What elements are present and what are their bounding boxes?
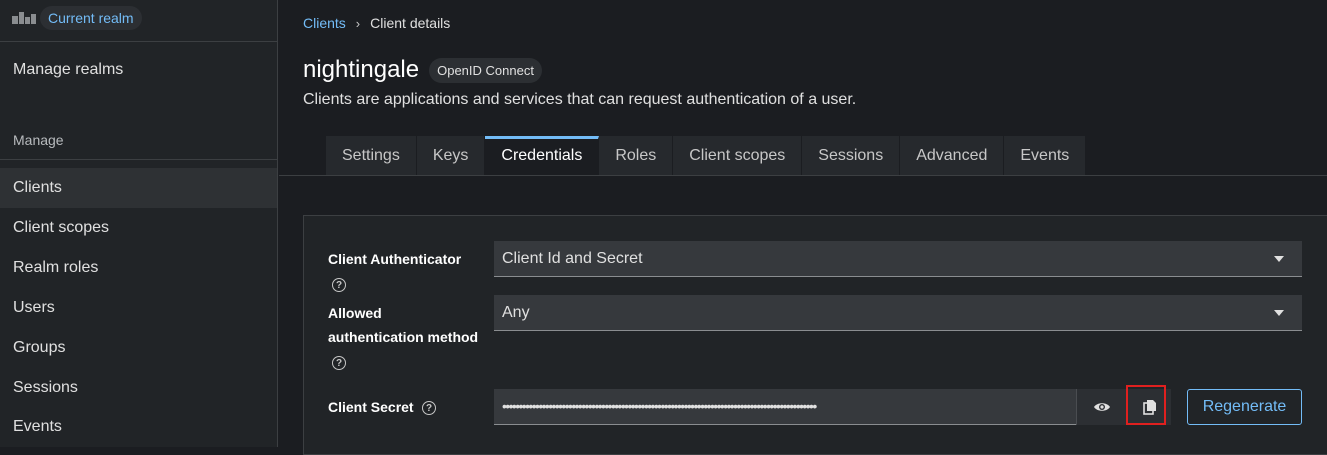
sidebar-item-client-scopes[interactable]: Client scopes bbox=[0, 208, 277, 248]
sidebar-divider bbox=[0, 41, 278, 42]
credentials-card: Client Authenticator ? Client Id and Sec… bbox=[303, 215, 1327, 455]
sidebar-section-manage: Manage bbox=[13, 132, 64, 148]
allowed-method-value: Any bbox=[502, 304, 530, 321]
sidebar-item-sessions[interactable]: Sessions bbox=[0, 368, 277, 408]
sidebar-item-realm-roles[interactable]: Realm roles bbox=[0, 248, 277, 288]
client-secret-label: Client Secret bbox=[328, 399, 414, 415]
breadcrumb-separator-icon: › bbox=[355, 15, 361, 31]
sidebar-divider bbox=[0, 159, 278, 160]
client-tabs: Settings Keys Credentials Roles Client s… bbox=[326, 136, 1087, 175]
client-authenticator-value: Client Id and Secret bbox=[502, 250, 643, 267]
current-realm-pill[interactable]: Current realm bbox=[40, 6, 142, 30]
breadcrumb-current: Client details bbox=[370, 15, 451, 31]
eye-icon bbox=[1093, 403, 1110, 411]
breadcrumb: Clients › Client details bbox=[303, 15, 450, 31]
client-secret-input[interactable]: ••••••••••••••••••••••••••••••••••••••••… bbox=[494, 389, 1076, 425]
breadcrumb-clients-link[interactable]: Clients bbox=[303, 15, 346, 31]
page-description: Clients are applications and services th… bbox=[303, 91, 857, 108]
allowed-method-select[interactable]: Any bbox=[494, 295, 1302, 331]
sidebar: Current realm Manage realms Manage Clien… bbox=[0, 0, 278, 447]
copy-button-highlight bbox=[1126, 385, 1166, 425]
tab-advanced[interactable]: Advanced bbox=[900, 136, 1005, 175]
show-secret-button[interactable] bbox=[1076, 389, 1126, 425]
caret-down-icon bbox=[1274, 310, 1284, 316]
sidebar-item-users[interactable]: Users bbox=[0, 288, 277, 328]
page-title: nightingale bbox=[303, 56, 420, 83]
sidebar-item-events[interactable]: Events bbox=[0, 407, 277, 447]
tab-sessions[interactable]: Sessions bbox=[802, 136, 901, 175]
main-content: Clients › Client details nightingale Ope… bbox=[279, 0, 1327, 455]
help-icon[interactable]: ? bbox=[422, 401, 436, 415]
sidebar-item-manage-realms[interactable]: Manage realms bbox=[0, 50, 277, 90]
help-icon[interactable]: ? bbox=[332, 278, 346, 292]
title-row: nightingale OpenID Connect bbox=[303, 56, 542, 84]
tab-roles[interactable]: Roles bbox=[599, 136, 674, 175]
client-authenticator-label: Client Authenticator bbox=[328, 251, 462, 267]
help-icon[interactable]: ? bbox=[332, 356, 346, 370]
tab-settings[interactable]: Settings bbox=[326, 136, 417, 175]
tab-client-scopes[interactable]: Client scopes bbox=[673, 136, 803, 175]
regenerate-button[interactable]: Regenerate bbox=[1187, 389, 1302, 425]
tab-keys[interactable]: Keys bbox=[416, 136, 486, 175]
tab-credentials[interactable]: Credentials bbox=[485, 136, 600, 175]
realm-selector[interactable]: Current realm bbox=[12, 6, 142, 30]
tab-events[interactable]: Events bbox=[1004, 136, 1087, 175]
sidebar-item-clients[interactable]: Clients bbox=[0, 168, 277, 208]
tabs-divider bbox=[279, 175, 1327, 176]
allowed-method-label-line1: Allowed bbox=[328, 305, 382, 321]
client-authenticator-select[interactable]: Client Id and Secret bbox=[494, 241, 1302, 277]
allowed-method-label-line2: authentication method bbox=[328, 329, 479, 345]
realm-logo-icon bbox=[12, 12, 36, 24]
protocol-badge: OpenID Connect bbox=[429, 57, 542, 83]
caret-down-icon bbox=[1274, 256, 1284, 262]
sidebar-item-groups[interactable]: Groups bbox=[0, 328, 277, 368]
